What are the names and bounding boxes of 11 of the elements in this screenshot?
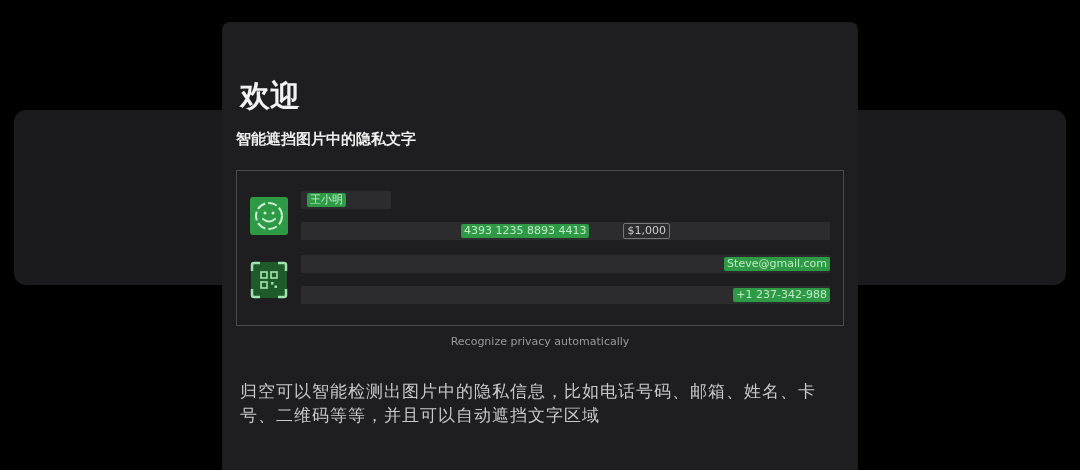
dialog-title: 欢迎	[240, 77, 301, 115]
demo-caption: Recognize privacy automatically	[449, 335, 631, 348]
detected-text: 4393 1235 8893 4413	[461, 224, 590, 238]
detected-text: $1,000	[623, 223, 670, 239]
description-text: 归空可以智能检测出图片中的隐私信息，比如电话号码、邮箱、姓名、卡号、二维码等等，并且可以自动遮挡文字区域	[240, 381, 817, 427]
detected-text: 王小明	[307, 193, 346, 207]
dialog-subtitle: 智能遮挡图片中的隐私文字	[236, 130, 417, 149]
face-scan-icon	[250, 196, 288, 235]
detected-text: +1 237-342-988	[733, 288, 830, 302]
qr-code-icon	[250, 260, 288, 299]
detected-text: Steve@gmail.com	[724, 257, 830, 271]
